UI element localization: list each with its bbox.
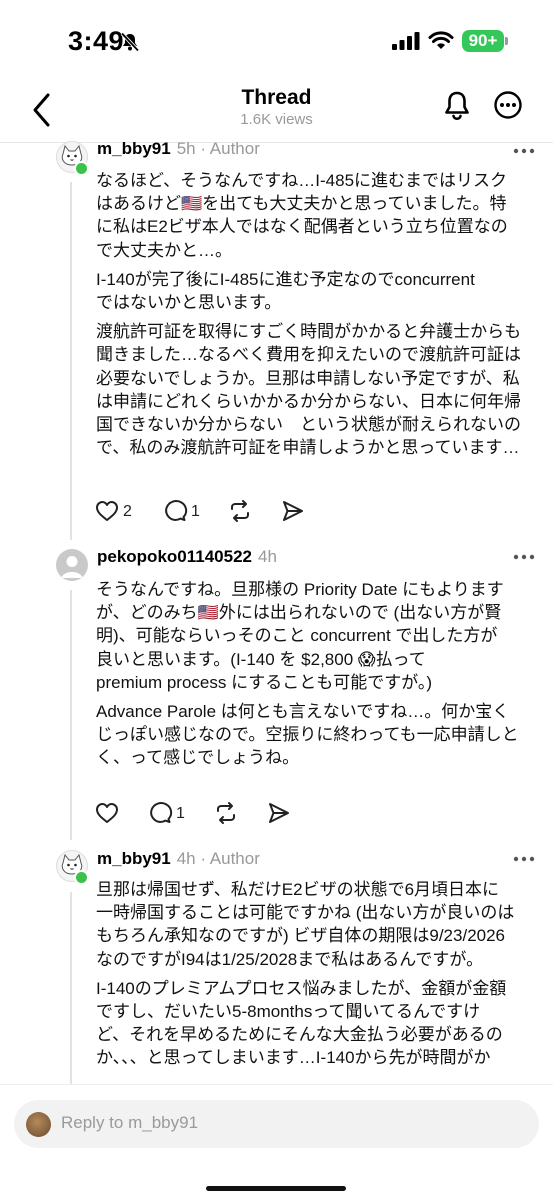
comment-bubble-icon[interactable] <box>147 800 173 826</box>
reply-composer-bar: Reply to m_bby91 <box>0 1084 553 1201</box>
post-body: なるほど、そうなんですね…I-485に進むまではリスク はあるけど🇺🇸を出ても大丈… <box>96 169 536 465</box>
post-meta: 4h · Author <box>176 849 260 868</box>
status-time: 3:49 <box>68 26 125 56</box>
person-placeholder-icon <box>61 556 83 578</box>
header-divider <box>0 142 553 143</box>
heart-icon[interactable] <box>94 800 120 826</box>
ellipsis-circle-icon[interactable] <box>493 90 523 120</box>
cellular-signal-icon <box>392 32 420 50</box>
post-more-icon[interactable] <box>513 148 535 154</box>
post-paragraph: Advance Parole は何とも言えないですね…。何か宝く じっぽい感じなの… <box>96 702 519 768</box>
post-header: m_bby91 4h · Author <box>97 849 260 869</box>
bell-slash-icon <box>120 32 140 52</box>
username[interactable]: m_bby91 <box>97 139 171 158</box>
post-meta: 5h · Author <box>176 139 260 158</box>
battery-cap <box>505 37 508 45</box>
battery-indicator: 90+ <box>462 30 504 52</box>
online-status-dot <box>74 161 89 176</box>
send-icon[interactable] <box>280 498 306 524</box>
post-paragraph: I-140のプレミアムプロセス悩みましたが、金額が金額 ですし、だいたい5-8mo… <box>96 978 507 1068</box>
post-more-icon[interactable] <box>513 856 535 862</box>
username[interactable]: pekopoko01140522 <box>97 547 252 566</box>
comment-count: 1 <box>191 503 200 520</box>
thread-header: Thread 1.6K views <box>0 80 553 142</box>
reply-placeholder: Reply to m_bby91 <box>61 1113 199 1132</box>
post-more-icon[interactable] <box>513 554 535 560</box>
post-paragraph: そうなんですね。旦那様の Priority Date にもよります が、どのみち🇺… <box>96 580 504 692</box>
bell-icon[interactable] <box>442 90 472 122</box>
status-bar: 3:49 90+ <box>0 0 553 80</box>
reply-input[interactable]: Reply to m_bby91 <box>14 1100 539 1148</box>
send-icon[interactable] <box>266 800 292 826</box>
repost-icon[interactable] <box>213 800 239 826</box>
thread-line <box>70 182 72 540</box>
post-paragraph: 旦那は帰国せず、私だけE2ビザの状態で6月頃日本に 一時帰国することは可能ですかね… <box>96 880 515 969</box>
repost-icon[interactable] <box>227 498 253 524</box>
heart-icon[interactable] <box>94 498 120 524</box>
wifi-icon <box>428 31 454 49</box>
post-meta: 4h <box>257 547 277 566</box>
online-status-dot <box>74 870 89 885</box>
comment-bubble-icon[interactable] <box>162 498 188 524</box>
current-user-avatar <box>26 1112 51 1137</box>
thread-line <box>70 590 72 840</box>
post-header: pekopoko01140522 4h <box>97 547 277 567</box>
post-paragraph: 渡航許可証を取得にすごく時間がかかると弁護士からも 聞きました…なるべく費用を抑え… <box>96 322 522 458</box>
like-count: 2 <box>123 503 132 520</box>
home-indicator[interactable] <box>206 1186 346 1191</box>
post-paragraph: I-140が完了後にI-485に進む予定なのでconcurrent ではないかと思… <box>96 269 475 313</box>
avatar[interactable] <box>56 549 88 581</box>
thread-line <box>70 892 72 1084</box>
post-body: そうなんですね。旦那様の Priority Date にもよります が、どのみち🇺… <box>96 578 536 776</box>
username[interactable]: m_bby91 <box>97 849 171 868</box>
post-body: 旦那は帰国せず、私だけE2ビザの状態で6月頃日本に 一時帰国することは可能ですかね… <box>96 878 536 1076</box>
post-header: m_bby91 5h · Author <box>97 139 260 159</box>
comment-count: 1 <box>176 805 185 822</box>
post-paragraph: なるほど、そうなんですね…I-485に進むまではリスク はあるけど🇺🇸を出ても大丈… <box>96 171 508 260</box>
